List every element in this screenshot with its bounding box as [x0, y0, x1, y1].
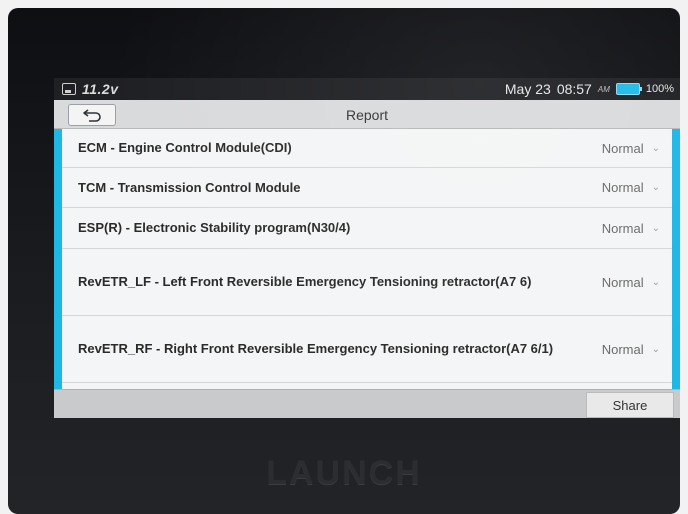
status-date: May 23: [504, 81, 551, 97]
status-dropdown[interactable]: Normal ⌄: [602, 275, 660, 290]
row-label: RevETR_LF - Left Front Reversible Emerge…: [78, 274, 532, 289]
chevron-down-icon: ⌄: [651, 222, 660, 234]
status-ampm: AM: [597, 84, 610, 94]
status-bar: 11.2v May 23 08:57 AM 100%: [54, 78, 680, 100]
status-left: 11.2v: [62, 81, 119, 97]
chevron-down-icon: ⌄: [651, 343, 660, 355]
status-right: May 23 08:57 AM 100%: [505, 81, 674, 97]
chevron-down-icon: ⌄: [651, 276, 660, 288]
status-value: Normal: [601, 140, 644, 156]
chevron-down-icon: ⌄: [651, 142, 660, 154]
status-value: Normal: [601, 274, 644, 290]
launch-logo: LAUNCH: [266, 454, 422, 492]
row-label: RevETR_RF - Right Front Reversible Emerg…: [78, 341, 554, 356]
report-row-ecm[interactable]: ECM - Engine Control Module(CDI) Normal …: [62, 129, 672, 168]
status-dropdown[interactable]: Normal ⌄: [602, 141, 660, 156]
report-list-frame: ECM - Engine Control Module(CDI) Normal …: [54, 129, 680, 389]
report-row-tcm[interactable]: TCM - Transmission Control Module Normal…: [62, 168, 672, 208]
bottom-bar: Share: [54, 389, 680, 418]
share-button[interactable]: Share: [586, 392, 674, 418]
row-label: ESP(R) - Electronic Stability program(N3…: [78, 220, 351, 235]
chevron-down-icon: ⌄: [651, 182, 660, 193]
status-value: Normal: [601, 220, 644, 236]
row-label: TCM - Transmission Control Module: [78, 179, 301, 195]
screen: 11.2v May 23 08:57 AM 100% Report ECM - …: [54, 78, 680, 418]
battery-percent: 100%: [645, 83, 674, 95]
page-title: Report: [345, 107, 389, 123]
status-time: 08:57: [556, 81, 592, 97]
tablet-device: 11.2v May 23 08:57 AM 100% Report ECM - …: [8, 8, 680, 514]
status-dropdown[interactable]: Normal ⌄: [602, 180, 660, 195]
report-row-esp[interactable]: ESP(R) - Electronic Stability program(N3…: [62, 208, 672, 249]
title-bar: Report: [54, 100, 680, 129]
report-row-revetr-lf[interactable]: RevETR_LF - Left Front Reversible Emerge…: [62, 249, 672, 316]
gallery-icon: [62, 83, 76, 95]
row-label: ECM - Engine Control Module(CDI): [78, 140, 292, 155]
status-dropdown[interactable]: Normal ⌄: [602, 342, 660, 357]
report-row-revetr-rf[interactable]: RevETR_RF - Right Front Reversible Emerg…: [62, 316, 672, 383]
status-value: Normal: [601, 341, 644, 357]
battery-icon: [615, 83, 642, 95]
status-dropdown[interactable]: Normal ⌄: [602, 221, 660, 236]
status-value: Normal: [601, 180, 644, 195]
report-list[interactable]: ECM - Engine Control Module(CDI) Normal …: [62, 129, 672, 389]
battery-voltage: 11.2v: [82, 81, 119, 97]
